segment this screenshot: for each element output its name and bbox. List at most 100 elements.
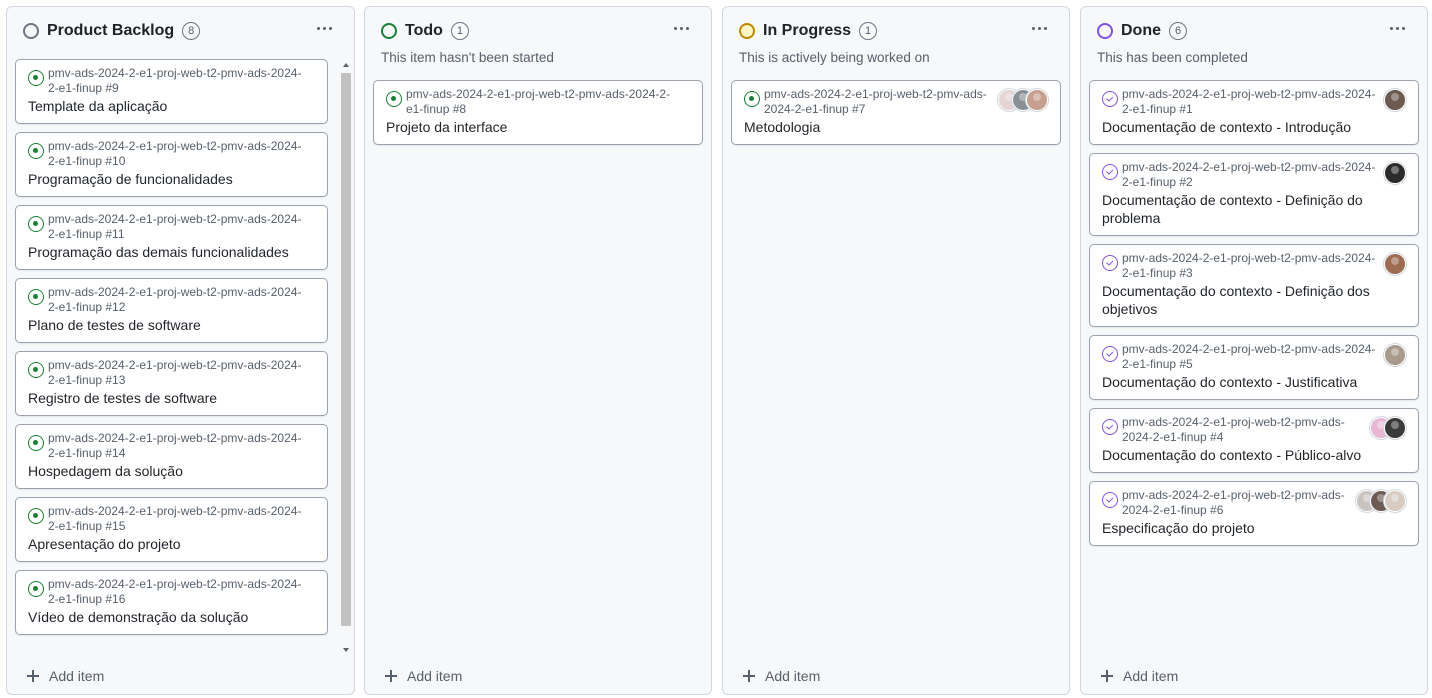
add-item-button[interactable]: Add item: [1101, 668, 1178, 684]
column-header: Product Backlog 8: [23, 21, 201, 41]
issue-title[interactable]: Plano de testes de software: [28, 316, 315, 334]
issue-title[interactable]: Documentação do contexto - Justificativa: [1102, 373, 1406, 391]
issue-reference[interactable]: pmv-ads-2024-2-e1-proj-web-t2-pmv-ads-20…: [48, 66, 315, 96]
column-done: Done 6 This has been completed pmv-ads-2…: [1080, 6, 1428, 695]
avatar[interactable]: [1026, 89, 1048, 111]
issue-card[interactable]: pmv-ads-2024-2-e1-proj-web-t2-pmv-ads-20…: [1089, 244, 1419, 327]
avatar[interactable]: [1384, 490, 1406, 512]
open-issue-icon: [28, 435, 44, 451]
issue-reference[interactable]: pmv-ads-2024-2-e1-proj-web-t2-pmv-ads-20…: [764, 87, 998, 117]
scroll-up-arrow-icon[interactable]: [343, 63, 349, 67]
open-issue-icon: [28, 289, 44, 305]
column-product-backlog: Product Backlog 8 pmv-ads-2024-2-e1-proj…: [6, 6, 355, 695]
issue-card[interactable]: pmv-ads-2024-2-e1-proj-web-t2-pmv-ads-20…: [731, 80, 1061, 145]
issue-card[interactable]: pmv-ads-2024-2-e1-proj-web-t2-pmv-ads-20…: [15, 570, 328, 635]
open-issue-icon: [386, 91, 402, 107]
issue-card[interactable]: pmv-ads-2024-2-e1-proj-web-t2-pmv-ads-20…: [1089, 153, 1419, 236]
issue-card[interactable]: pmv-ads-2024-2-e1-proj-web-t2-pmv-ads-20…: [15, 424, 328, 489]
avatar[interactable]: [1384, 344, 1406, 366]
issue-title[interactable]: Programação de funcionalidades: [28, 170, 315, 188]
issue-reference[interactable]: pmv-ads-2024-2-e1-proj-web-t2-pmv-ads-20…: [48, 504, 315, 534]
issue-reference[interactable]: pmv-ads-2024-2-e1-proj-web-t2-pmv-ads-20…: [48, 358, 315, 388]
add-item-label: Add item: [407, 668, 463, 684]
issue-reference[interactable]: pmv-ads-2024-2-e1-proj-web-t2-pmv-ads-20…: [1122, 87, 1384, 117]
issue-title[interactable]: Documentação do contexto - Público-alvo: [1102, 446, 1406, 464]
column-menu-button[interactable]: [1025, 17, 1053, 39]
issue-title[interactable]: Hospedagem da solução: [28, 462, 315, 480]
column-title: In Progress: [763, 22, 852, 39]
scroll-down-arrow-icon[interactable]: [343, 648, 349, 652]
issue-card[interactable]: pmv-ads-2024-2-e1-proj-web-t2-pmv-ads-20…: [373, 80, 703, 145]
assignee-avatars[interactable]: [1384, 344, 1406, 366]
issue-reference[interactable]: pmv-ads-2024-2-e1-proj-web-t2-pmv-ads-20…: [1122, 342, 1384, 372]
closed-issue-check-icon: [1102, 91, 1118, 107]
column-menu-button[interactable]: [667, 17, 695, 39]
issue-reference[interactable]: pmv-ads-2024-2-e1-proj-web-t2-pmv-ads-20…: [1122, 415, 1370, 445]
issue-reference[interactable]: pmv-ads-2024-2-e1-proj-web-t2-pmv-ads-20…: [1122, 160, 1384, 190]
plus-icon: [385, 670, 397, 682]
closed-issue-check-icon: [1102, 255, 1118, 271]
project-board: Product Backlog 8 pmv-ads-2024-2-e1-proj…: [0, 0, 1432, 698]
issue-title[interactable]: Apresentação do projeto: [28, 535, 315, 553]
issue-title[interactable]: Especificação do projeto: [1102, 519, 1406, 537]
issue-reference[interactable]: pmv-ads-2024-2-e1-proj-web-t2-pmv-ads-20…: [48, 139, 315, 169]
scrollbar-thumb[interactable]: [341, 73, 351, 626]
issue-reference[interactable]: pmv-ads-2024-2-e1-proj-web-t2-pmv-ads-20…: [48, 577, 315, 607]
issue-card[interactable]: pmv-ads-2024-2-e1-proj-web-t2-pmv-ads-20…: [1089, 80, 1419, 145]
column-description: This has been completed: [1097, 50, 1248, 65]
issue-reference[interactable]: pmv-ads-2024-2-e1-proj-web-t2-pmv-ads-20…: [48, 431, 315, 461]
open-issue-icon: [28, 508, 44, 524]
issue-reference[interactable]: pmv-ads-2024-2-e1-proj-web-t2-pmv-ads-20…: [1122, 251, 1384, 281]
issue-title[interactable]: Template da aplicação: [28, 97, 315, 115]
issue-reference[interactable]: pmv-ads-2024-2-e1-proj-web-t2-pmv-ads-20…: [48, 285, 315, 315]
column-menu-button[interactable]: [1383, 17, 1411, 39]
issue-title[interactable]: Metodologia: [744, 118, 1048, 136]
add-item-label: Add item: [765, 668, 821, 684]
issue-title[interactable]: Vídeo de demonstração da solução: [28, 608, 315, 626]
item-count-badge: 1: [450, 22, 469, 40]
assignee-avatars[interactable]: [998, 89, 1048, 111]
issue-title[interactable]: Projeto da interface: [386, 118, 690, 136]
issue-reference[interactable]: pmv-ads-2024-2-e1-proj-web-t2-pmv-ads-20…: [1122, 488, 1356, 518]
issue-card[interactable]: pmv-ads-2024-2-e1-proj-web-t2-pmv-ads-20…: [1089, 335, 1419, 400]
card-list-scrollbar[interactable]: [340, 63, 352, 652]
issue-card[interactable]: pmv-ads-2024-2-e1-proj-web-t2-pmv-ads-20…: [1089, 408, 1419, 473]
issue-reference[interactable]: pmv-ads-2024-2-e1-proj-web-t2-pmv-ads-20…: [406, 87, 690, 117]
issue-card[interactable]: pmv-ads-2024-2-e1-proj-web-t2-pmv-ads-20…: [15, 278, 328, 343]
closed-issue-check-icon: [1102, 164, 1118, 180]
add-item-button[interactable]: Add item: [27, 668, 104, 684]
column-title: Done: [1121, 22, 1161, 39]
closed-issue-check-icon: [1102, 419, 1118, 435]
assignee-avatars[interactable]: [1356, 490, 1406, 512]
issue-card[interactable]: pmv-ads-2024-2-e1-proj-web-t2-pmv-ads-20…: [15, 351, 328, 416]
assignee-avatars[interactable]: [1384, 89, 1406, 111]
issue-card[interactable]: pmv-ads-2024-2-e1-proj-web-t2-pmv-ads-20…: [15, 497, 328, 562]
issue-title[interactable]: Programação das demais funcionalidades: [28, 243, 315, 261]
issue-title[interactable]: Documentação de contexto - Introdução: [1102, 118, 1406, 136]
avatar[interactable]: [1384, 162, 1406, 184]
add-item-button[interactable]: Add item: [385, 668, 462, 684]
issue-title[interactable]: Documentação de contexto - Definição do …: [1102, 191, 1406, 227]
issue-card[interactable]: pmv-ads-2024-2-e1-proj-web-t2-pmv-ads-20…: [1089, 481, 1419, 546]
assignee-avatars[interactable]: [1384, 253, 1406, 275]
avatar[interactable]: [1384, 89, 1406, 111]
issue-card[interactable]: pmv-ads-2024-2-e1-proj-web-t2-pmv-ads-20…: [15, 59, 328, 124]
open-issue-icon: [744, 91, 760, 107]
add-item-button[interactable]: Add item: [743, 668, 820, 684]
assignee-avatars[interactable]: [1370, 417, 1406, 439]
column-todo: Todo 1 This item hasn't been started pmv…: [364, 6, 712, 695]
assignee-avatars[interactable]: [1384, 162, 1406, 184]
open-issue-icon: [28, 70, 44, 86]
column-menu-button[interactable]: [310, 17, 338, 39]
issue-card[interactable]: pmv-ads-2024-2-e1-proj-web-t2-pmv-ads-20…: [15, 132, 328, 197]
add-item-label: Add item: [49, 668, 105, 684]
avatar[interactable]: [1384, 253, 1406, 275]
open-issue-icon: [28, 581, 44, 597]
issue-card[interactable]: pmv-ads-2024-2-e1-proj-web-t2-pmv-ads-20…: [15, 205, 328, 270]
item-count-badge: 1: [859, 22, 878, 40]
column-header: In Progress 1: [739, 21, 878, 41]
issue-title[interactable]: Registro de testes de software: [28, 389, 315, 407]
issue-reference[interactable]: pmv-ads-2024-2-e1-proj-web-t2-pmv-ads-20…: [48, 212, 315, 242]
avatar[interactable]: [1384, 417, 1406, 439]
issue-title[interactable]: Documentação do contexto - Definição dos…: [1102, 282, 1406, 318]
